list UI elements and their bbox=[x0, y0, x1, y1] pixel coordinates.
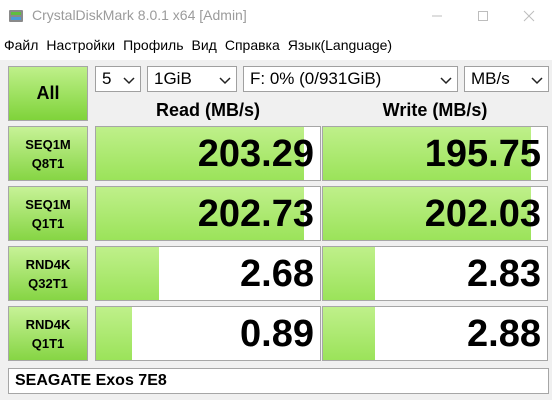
test-label-line2: Q1T1 bbox=[31, 335, 65, 351]
size-value: 1GiB bbox=[154, 69, 192, 88]
unit-select[interactable]: MB/s bbox=[464, 66, 549, 92]
write-result-cell: 2.83 bbox=[322, 246, 548, 301]
menu-profile[interactable]: Профиль bbox=[119, 37, 187, 53]
read-value: 202.73 bbox=[197, 193, 314, 235]
read-value: 0.89 bbox=[240, 313, 314, 355]
size-select[interactable]: 1GiB bbox=[147, 66, 237, 92]
write-fill-bar bbox=[323, 247, 375, 300]
close-icon bbox=[523, 10, 535, 22]
write-value: 195.75 bbox=[424, 133, 541, 175]
unit-value: MB/s bbox=[471, 69, 510, 88]
menu-file[interactable]: Файл bbox=[0, 37, 42, 53]
test-label-line1: SEQ1M bbox=[25, 196, 71, 212]
write-value: 202.03 bbox=[424, 193, 541, 235]
read-result-cell: 203.29 bbox=[95, 126, 321, 181]
write-header: Write (MB/s) bbox=[382, 100, 488, 120]
count-value: 5 bbox=[102, 69, 112, 88]
menu-bar: Файл Настройки Профиль Вид Справка Язык(… bbox=[0, 33, 552, 57]
menu-view[interactable]: Вид bbox=[188, 37, 221, 53]
chevron-down-icon bbox=[219, 77, 231, 85]
write-result-cell: 2.88 bbox=[322, 306, 548, 361]
test-label-line1: RND4K bbox=[25, 316, 71, 332]
test-label-line1: RND4K bbox=[25, 256, 71, 272]
window-title: CrystalDiskMark 8.0.1 x64 [Admin] bbox=[32, 7, 247, 23]
test-label-line2: Q1T1 bbox=[31, 215, 65, 231]
write-value: 2.88 bbox=[467, 313, 541, 355]
comment-field[interactable]: SEAGATE Exos 7E8 bbox=[8, 368, 549, 394]
count-select[interactable]: 5 bbox=[95, 66, 141, 92]
drive-select[interactable]: F: 0% (0/931GiB) bbox=[243, 66, 458, 92]
read-fill-bar bbox=[96, 307, 132, 360]
menu-language[interactable]: Язык(Language) bbox=[284, 37, 396, 53]
write-result-cell: 202.03 bbox=[322, 186, 548, 241]
test-button-seq1m-q8t1[interactable]: SEQ1M Q8T1 bbox=[8, 126, 88, 181]
chevron-down-icon bbox=[440, 77, 452, 85]
test-button-rnd4k-q1t1[interactable]: RND4K Q1T1 bbox=[8, 306, 88, 361]
crystaldiskmark-icon bbox=[9, 10, 23, 22]
minimize-icon bbox=[432, 15, 442, 17]
minimize-button[interactable] bbox=[414, 0, 460, 32]
read-result-cell: 0.89 bbox=[95, 306, 321, 361]
read-value: 203.29 bbox=[197, 133, 314, 175]
read-result-cell: 2.68 bbox=[95, 246, 321, 301]
write-result-cell: 195.75 bbox=[322, 126, 548, 181]
chevron-down-icon bbox=[531, 77, 543, 85]
menu-settings[interactable]: Настройки bbox=[42, 37, 119, 53]
all-button[interactable]: All bbox=[8, 66, 88, 121]
chevron-down-icon bbox=[123, 77, 135, 85]
test-label-line1: SEQ1M bbox=[25, 136, 71, 152]
title-bar: CrystalDiskMark 8.0.1 x64 [Admin] bbox=[0, 0, 552, 32]
read-header: Read (MB/s) bbox=[155, 100, 260, 120]
write-fill-bar bbox=[323, 307, 375, 360]
test-label-line2: Q32T1 bbox=[28, 275, 68, 291]
read-result-cell: 202.73 bbox=[95, 186, 321, 241]
test-label-line2: Q8T1 bbox=[31, 155, 65, 171]
close-button[interactable] bbox=[506, 0, 552, 32]
maximize-icon bbox=[478, 11, 488, 21]
test-button-rnd4k-q32t1[interactable]: RND4K Q32T1 bbox=[8, 246, 88, 301]
maximize-button[interactable] bbox=[460, 0, 506, 32]
drive-value: F: 0% (0/931GiB) bbox=[250, 69, 382, 88]
menu-help[interactable]: Справка bbox=[221, 37, 284, 53]
write-value: 2.83 bbox=[467, 253, 541, 295]
read-fill-bar bbox=[96, 247, 159, 300]
read-value: 2.68 bbox=[240, 253, 314, 295]
test-button-seq1m-q1t1[interactable]: SEQ1M Q1T1 bbox=[8, 186, 88, 241]
